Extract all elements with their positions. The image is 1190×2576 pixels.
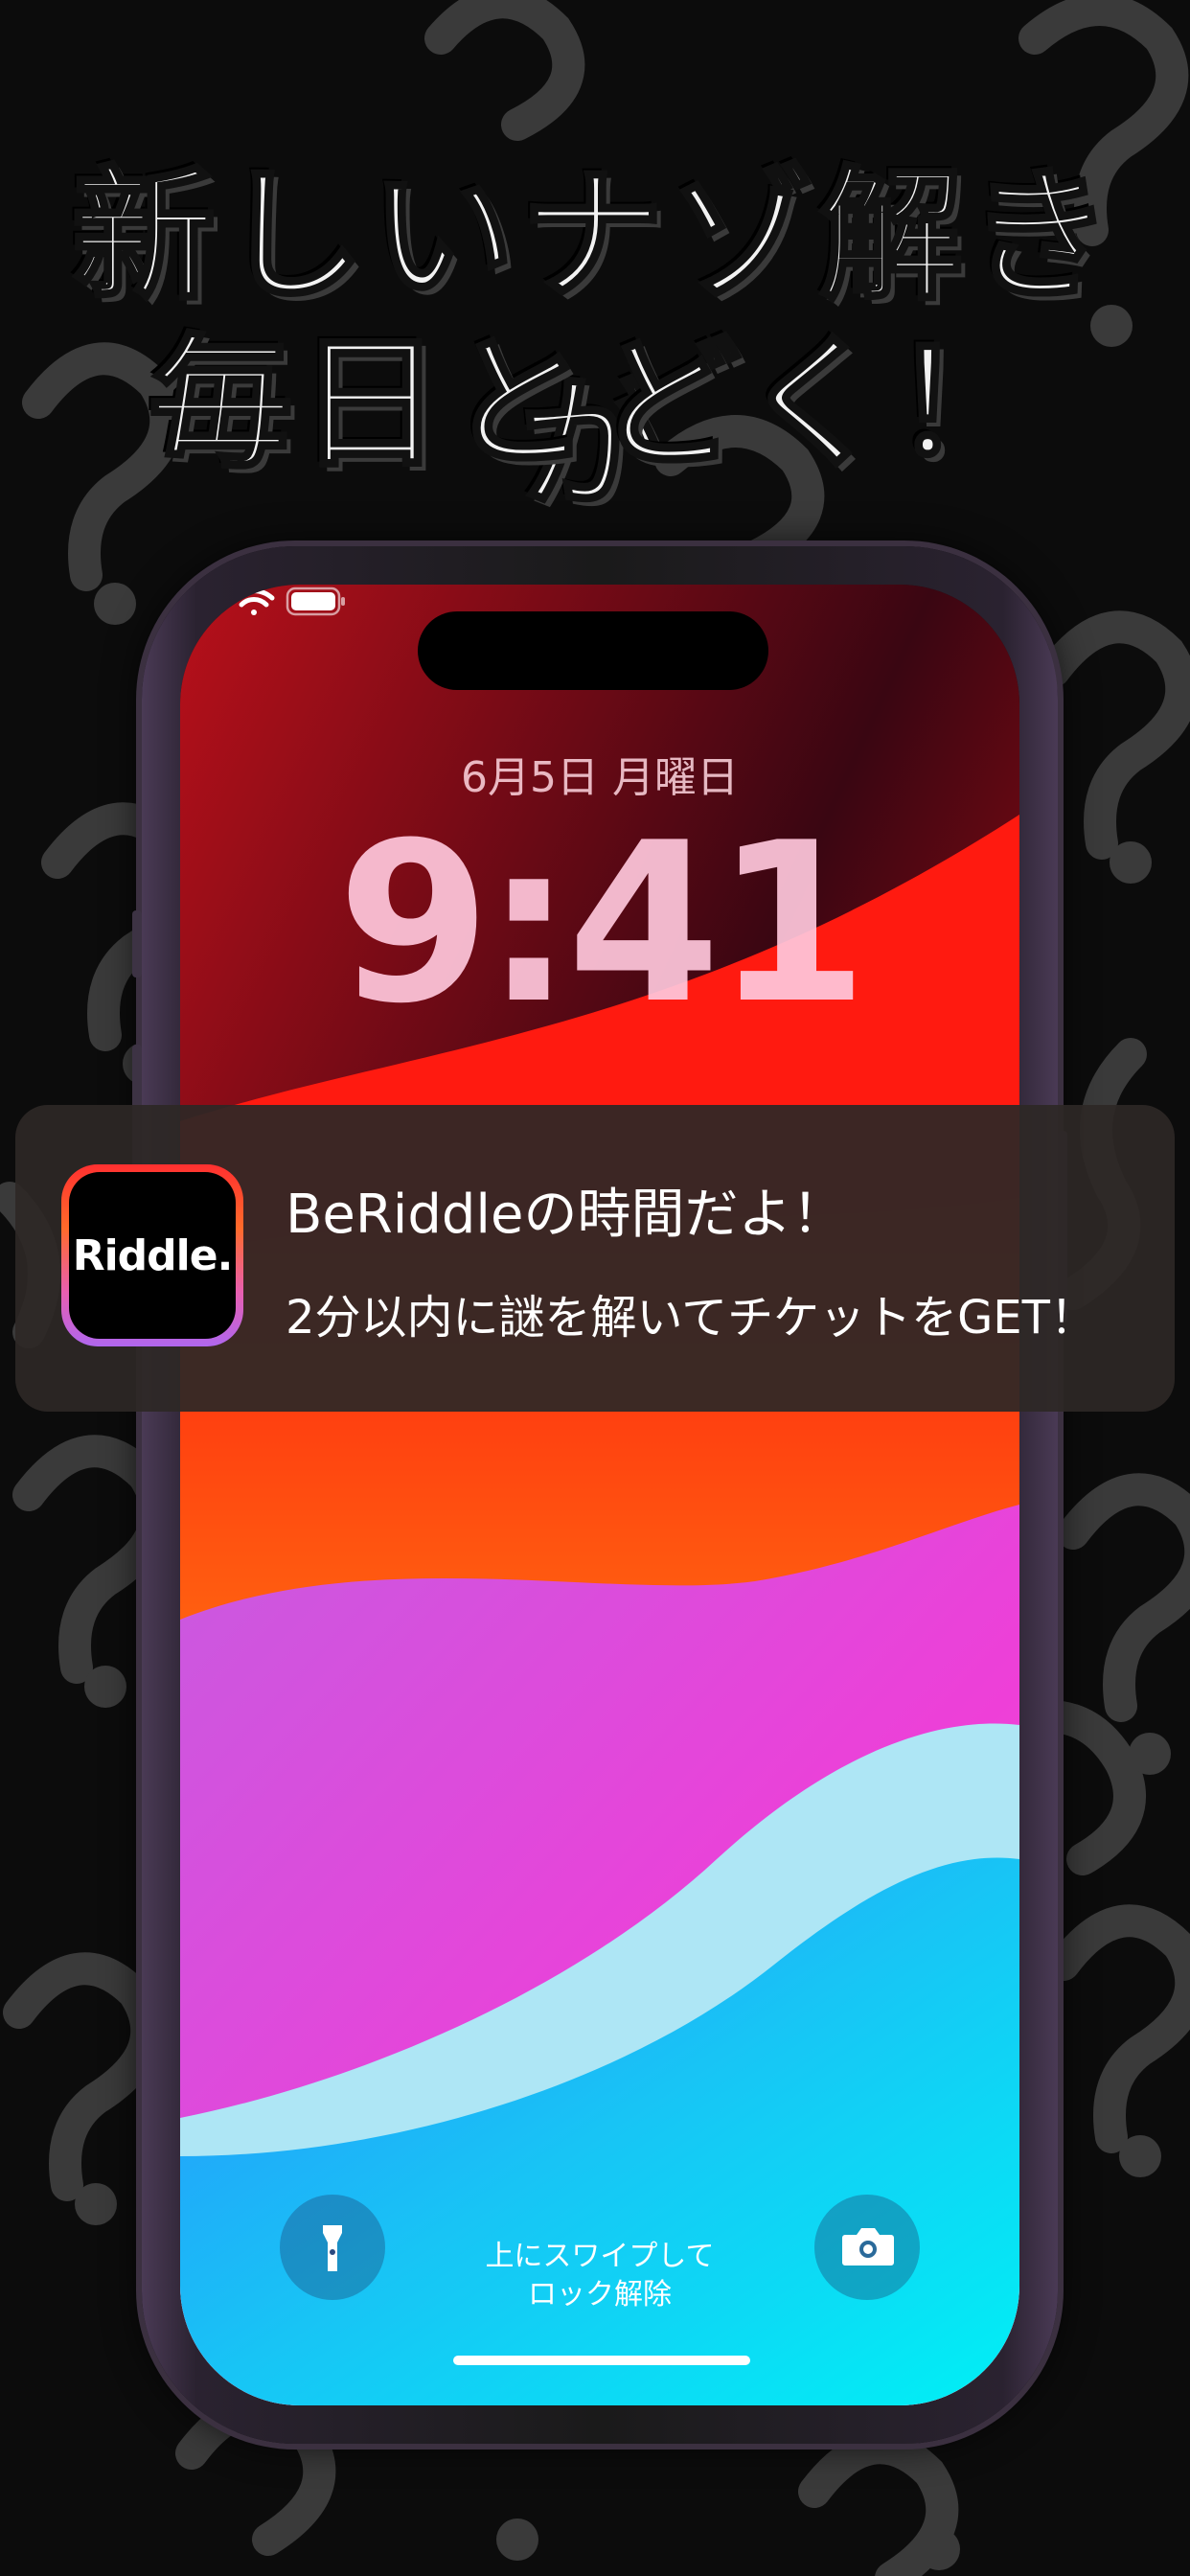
swipe-to-unlock-hint: 上にスワイプして ロック解除: [180, 2238, 1019, 2314]
home-indicator[interactable]: [453, 2356, 750, 2365]
swipe-hint-line-1: 上にスワイプして: [485, 2240, 715, 2273]
notification-title: BeRiddleの時間だよ！: [286, 1184, 846, 1246]
battery-icon: [286, 586, 345, 616]
app-icon-riddle[interactable]: Riddle.: [61, 1164, 243, 1346]
wifi-icon: [233, 588, 275, 615]
lock-screen-time: 9:41: [336, 796, 868, 1052]
swipe-hint-line-2: ロック解除: [528, 2278, 672, 2312]
status-bar-icons: [180, 586, 345, 616]
lock-screen[interactable]: 6月5日 月曜日 9:41 上にスワイプして ロック解除: [180, 585, 1019, 2405]
lock-screen-date: 6月5日 月曜日: [461, 753, 739, 802]
app-icon-label: Riddle.: [69, 1172, 236, 1339]
headline-line-2: 毎日とどく！: [147, 319, 1041, 490]
notification-body: 2分以内に謎を解いてチケットをGET！: [286, 1291, 1096, 1345]
phone-action-button: [132, 910, 142, 978]
cellular-signal-icon: [180, 587, 218, 615]
dynamic-island: [418, 611, 768, 690]
